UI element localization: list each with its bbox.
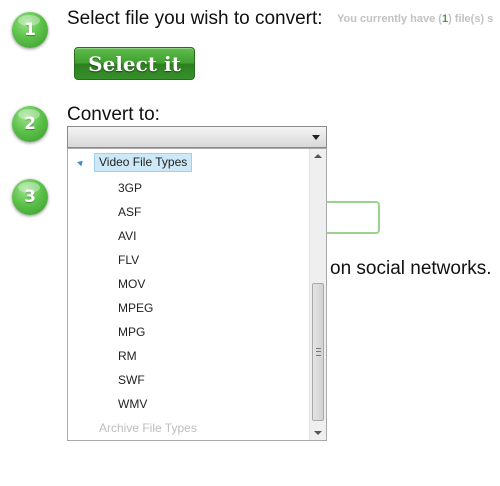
convert-format-select[interactable] <box>67 126 327 148</box>
option-mpeg[interactable]: MPEG <box>118 301 153 315</box>
files-count-prefix: You currently have ( <box>337 13 442 25</box>
files-count-note: You currently have (1) file(s) s <box>337 13 493 25</box>
step-1-number: 1 <box>24 20 36 40</box>
group-label: Video File Types <box>94 152 193 172</box>
step-2-label: Convert to: <box>67 104 160 125</box>
step-3-badge: 3 <box>12 179 48 215</box>
scrollbar-thumb[interactable] <box>312 283 324 421</box>
select-file-button[interactable]: Select it <box>74 47 195 80</box>
files-count-suffix: ) file(s) s <box>448 13 494 25</box>
option-swf[interactable]: SWF <box>118 373 145 387</box>
social-networks-text: on social networks. <box>330 258 492 279</box>
option-flv[interactable]: FLV <box>118 253 139 267</box>
group-archive-file-types: Archive File Types <box>99 421 197 435</box>
option-3gp[interactable]: 3GP <box>118 181 142 195</box>
expand-triangle-icon[interactable] <box>77 158 85 166</box>
scroll-up-arrow-icon[interactable] <box>314 154 322 158</box>
option-wmv[interactable]: WMV <box>118 397 147 411</box>
option-avi[interactable]: AVI <box>118 229 136 243</box>
step-3-number: 3 <box>24 187 36 207</box>
chevron-down-icon[interactable] <box>312 135 320 140</box>
step-1-badge: 1 <box>12 12 48 48</box>
group-video-file-types[interactable]: Video File Types <box>77 152 193 172</box>
option-rm[interactable]: RM <box>118 349 137 363</box>
format-dropdown-list[interactable]: Video File Types 3GP ASF AVI FLV MOV MPE… <box>67 148 327 441</box>
option-mov[interactable]: MOV <box>118 277 145 291</box>
step-1-label: Select file you wish to convert: <box>67 8 323 29</box>
scroll-down-arrow-icon[interactable] <box>314 431 322 435</box>
converter-page: 1 Select file you wish to convert: You c… <box>0 0 500 486</box>
step-2-number: 2 <box>24 114 36 134</box>
step-2-badge: 2 <box>12 106 48 142</box>
grip-icon <box>316 348 321 356</box>
dropdown-scrollbar[interactable] <box>309 149 326 440</box>
option-asf[interactable]: ASF <box>118 205 141 219</box>
option-mpg[interactable]: MPG <box>118 325 145 339</box>
